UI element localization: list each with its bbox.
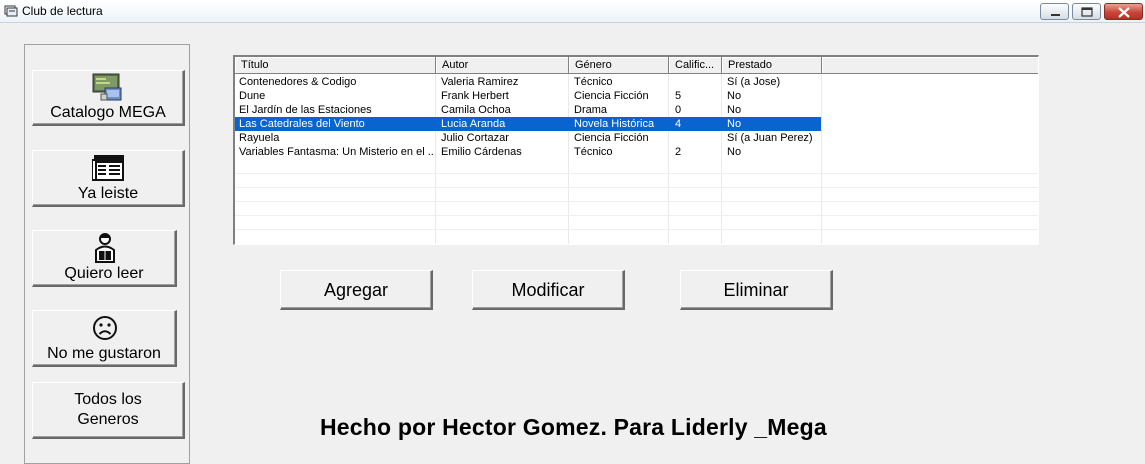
- cell-genero: Técnico: [574, 146, 613, 158]
- cell-autor: Frank Herbert: [441, 90, 509, 102]
- table-row[interactable]: Variables Fantasma: Un Misterio en el ..…: [235, 145, 821, 159]
- cell-prestado: Sí (a Juan Perez): [727, 132, 813, 144]
- cell-prestado: No: [727, 118, 742, 130]
- column-header-genero[interactable]: Género: [569, 57, 669, 74]
- todos-los-label: Todos los: [74, 391, 142, 408]
- books-table[interactable]: Título Autor Género Calific... Prestado …: [233, 55, 1039, 245]
- agregar-button[interactable]: Agregar: [280, 270, 433, 310]
- table-row-selected[interactable]: Las Catedrales del Viento Lucia Aranda N…: [235, 117, 821, 131]
- grid-line: [235, 187, 1038, 188]
- cell-genero: Drama: [574, 104, 608, 116]
- cell-titulo: Dune: [239, 90, 266, 102]
- todos-los-generos-button[interactable]: Todos los Generos: [32, 382, 185, 439]
- no-me-gustaron-button[interactable]: No me gustaron: [32, 310, 177, 367]
- cell-autor: Camila Ochoa: [441, 104, 511, 116]
- catalogo-mega-button[interactable]: Catalogo MEGA: [32, 70, 185, 126]
- window-title: Club de lectura: [22, 4, 103, 18]
- generos-label: Generos: [77, 411, 139, 428]
- modificar-button[interactable]: Modificar: [472, 270, 625, 310]
- cell-prestado: Sí (a Jose): [727, 76, 781, 88]
- cell-titulo: El Jardín de las Estaciones: [239, 104, 372, 116]
- table-row[interactable]: Contenedores & Codigo Valeria Ramirez Té…: [235, 75, 821, 89]
- table-row[interactable]: Dune Frank Herbert Ciencia Ficción 5 No: [235, 89, 821, 103]
- cell-genero: Ciencia Ficción: [574, 132, 649, 144]
- minimize-button[interactable]: [1040, 3, 1069, 20]
- cell-calificacion: 5: [675, 90, 682, 102]
- sad-face-icon: [91, 315, 119, 346]
- grid-line: [235, 229, 1038, 230]
- cell-autor: Julio Cortazar: [441, 132, 509, 144]
- table-row[interactable]: Rayuela Julio Cortazar Ciencia Ficción S…: [235, 131, 821, 145]
- cell-genero: Novela Histórica: [574, 118, 655, 130]
- column-header-calificacion[interactable]: Calific...: [669, 57, 722, 74]
- cell-genero: Ciencia Ficción: [574, 90, 649, 102]
- cell-genero: Técnico: [574, 76, 613, 88]
- column-header-autor[interactable]: Autor: [436, 57, 569, 74]
- column-header-filler: [822, 57, 1038, 74]
- grid-line: [821, 74, 822, 244]
- ya-leiste-label: Ya leiste: [77, 185, 139, 202]
- cell-autor: Emilio Cárdenas: [441, 146, 522, 158]
- table-header: Título Autor Género Calific... Prestado: [235, 57, 1038, 74]
- cell-calificacion: 0: [675, 104, 682, 116]
- no-me-gustaron-label: No me gustaron: [47, 345, 161, 362]
- cell-titulo: Rayuela: [239, 132, 280, 144]
- grid-line: [235, 215, 1038, 216]
- grid-line: [235, 201, 1038, 202]
- cell-prestado: No: [727, 104, 742, 116]
- monitor-icon: [91, 73, 125, 108]
- credits-label: Hecho por Hector Gomez. Para Liderly _Me…: [320, 414, 827, 440]
- eliminar-button[interactable]: Eliminar: [680, 270, 833, 310]
- close-button[interactable]: [1104, 3, 1143, 20]
- app-icon[interactable]: [4, 4, 18, 17]
- title-bar: Club de lectura: [0, 0, 1145, 23]
- cell-titulo: Las Catedrales del Viento: [239, 118, 365, 130]
- quiero-leer-label: Quiero leer: [64, 265, 144, 282]
- table-row[interactable]: El Jardín de las Estaciones Camila Ochoa…: [235, 103, 821, 117]
- maximize-button[interactable]: [1072, 3, 1101, 20]
- cell-titulo: Contenedores & Codigo: [239, 76, 357, 88]
- column-header-titulo[interactable]: Título: [235, 57, 436, 74]
- cell-prestado: No: [727, 146, 742, 158]
- grid-line: [235, 173, 1038, 174]
- newspaper-icon: [91, 154, 126, 187]
- cell-titulo: Variables Fantasma: Un Misterio en el ..…: [239, 146, 433, 158]
- reader-person-icon: [91, 232, 119, 269]
- cell-calificacion: 2: [675, 146, 682, 158]
- cell-calificacion: 4: [675, 118, 682, 130]
- ya-leiste-button[interactable]: Ya leiste: [32, 150, 185, 207]
- quiero-leer-button[interactable]: Quiero leer: [32, 230, 177, 287]
- cell-autor: Valeria Ramirez: [441, 76, 519, 88]
- catalogo-mega-label: Catalogo MEGA: [50, 104, 166, 121]
- cell-prestado: No: [727, 90, 742, 102]
- cell-autor: Lucia Aranda: [441, 118, 506, 130]
- column-header-prestado[interactable]: Prestado: [722, 57, 822, 74]
